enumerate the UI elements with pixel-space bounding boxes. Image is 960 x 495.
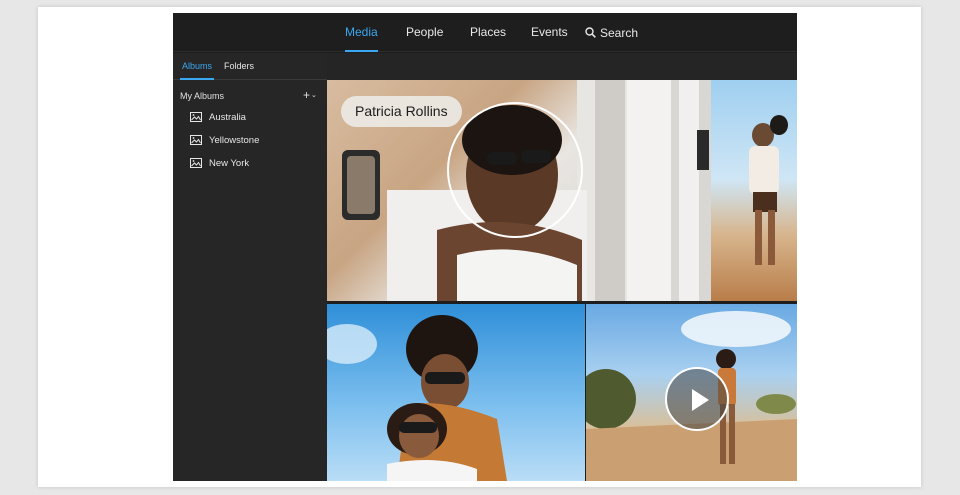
- grid-toolbar-strip: [327, 53, 797, 80]
- photo-tile-piggyback-road[interactable]: [671, 80, 797, 301]
- face-detection-ring[interactable]: [447, 102, 583, 238]
- tab-media[interactable]: Media: [345, 13, 378, 52]
- tab-folders[interactable]: Folders: [224, 53, 254, 80]
- sidebar-item-label: New York: [209, 157, 250, 169]
- sidebar-tabs: Albums Folders: [173, 53, 327, 80]
- sidebar-item-new-york[interactable]: New York: [190, 155, 249, 171]
- plus-icon: +: [303, 88, 311, 102]
- search-label: Search: [600, 25, 639, 40]
- image-icon: [190, 135, 202, 145]
- sidebar-item-australia[interactable]: Australia: [190, 109, 246, 125]
- tab-places[interactable]: Places: [470, 13, 506, 52]
- sidebar-item-yellowstone[interactable]: Yellowstone: [190, 132, 259, 148]
- photo-tile-two-friends[interactable]: [327, 304, 585, 481]
- tab-events[interactable]: Events: [531, 13, 568, 52]
- photo-tile-woman-in-vehicle[interactable]: Patricia Rollins: [327, 80, 671, 301]
- play-icon[interactable]: [665, 367, 729, 431]
- sidebar: Albums Folders My Albums +⌄ Australia Ye…: [173, 53, 327, 481]
- face-tag-label[interactable]: Patricia Rollins: [341, 96, 462, 127]
- video-tile-couple-walking[interactable]: [586, 304, 797, 481]
- add-album-button[interactable]: +⌄: [303, 89, 317, 102]
- sidebar-item-label: Australia: [209, 111, 246, 123]
- sidebar-item-label: Yellowstone: [209, 134, 260, 146]
- photo-illustration: [671, 80, 788, 301]
- chevron-down-icon: ⌄: [311, 92, 317, 99]
- search-icon: [585, 27, 596, 38]
- search-button[interactable]: Search: [585, 13, 638, 52]
- organizer-app-window: Media People Places Events Search Albums…: [173, 13, 797, 481]
- tab-albums[interactable]: Albums: [179, 53, 215, 80]
- image-icon: [190, 158, 202, 168]
- image-icon: [190, 112, 202, 122]
- top-navigation: Media People Places Events Search: [173, 13, 797, 52]
- tab-people[interactable]: People: [406, 13, 443, 52]
- photo-illustration: [327, 315, 507, 481]
- my-albums-heading: My Albums: [180, 91, 225, 101]
